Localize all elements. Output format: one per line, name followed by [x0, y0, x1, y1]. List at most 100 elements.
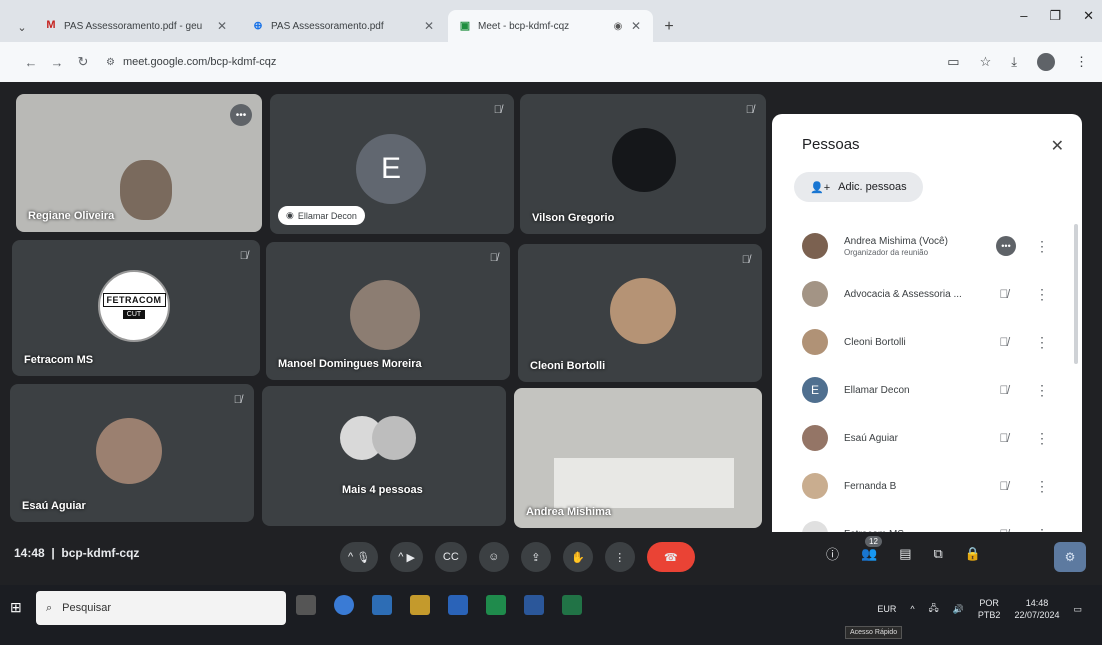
captions-button[interactable]: CC [434, 542, 467, 572]
host-controls-icon[interactable]: 🔒 [965, 546, 981, 562]
url-field[interactable]: ⚙ meet.google.com/bcp-kdmf-cqz [106, 56, 276, 68]
chat-icon[interactable]: ▤ [899, 546, 911, 562]
info-icon[interactable]: ⓘ [826, 544, 839, 563]
tile-fetracom[interactable]: 🎙̸ FETRACOM CUT Fetracom MS [12, 240, 260, 376]
mic-icon: 🎙 [356, 551, 371, 564]
camera-button[interactable]: ^ ▶ [390, 542, 423, 572]
tile-name: Cleoni Bortolli [530, 360, 606, 372]
minimize-icon[interactable]: – [1020, 8, 1027, 24]
volume-icon[interactable]: 🔊 [953, 604, 964, 615]
download-icon[interactable]: ⤓ [1011, 54, 1017, 70]
tile-more-people[interactable]: Mais 4 pessoas [262, 386, 506, 526]
end-call-button[interactable]: ☎ [646, 542, 695, 572]
system-tray: EUR ^ 🖧 🔊 POR PTB2 14:48 22/07/2024 ▭ [877, 597, 1082, 621]
maximize-icon[interactable]: ❐ [1049, 8, 1061, 24]
mic-off-icon[interactable]: 🎙̸ [992, 431, 1016, 445]
tab-search-icon[interactable]: ⌄ [10, 12, 34, 42]
mic-off-icon: 🎙̸ [493, 104, 502, 116]
mail-icon[interactable] [448, 595, 468, 615]
chevron-up-icon[interactable]: ^ [910, 604, 914, 614]
tile-esau[interactable]: 🎙̸ Esaú Aguiar [10, 384, 254, 522]
reload-icon[interactable]: ↻ [70, 54, 96, 70]
windows-start-icon[interactable]: ⊞ [10, 599, 22, 616]
tab-pdf-1[interactable]: M PAS Assessoramento.pdf - geu ✕ [34, 10, 239, 42]
mic-off-icon: 🎙̸ [233, 394, 242, 406]
mic-off-icon[interactable]: 🎙̸ [992, 479, 1016, 493]
captions-icon: CC [442, 551, 459, 563]
network-icon[interactable]: 🖧 [929, 601, 939, 617]
notifications-icon[interactable]: ▭ [1073, 604, 1082, 615]
edge-icon[interactable] [334, 595, 354, 615]
chrome-icon[interactable] [486, 595, 506, 615]
more-options-icon[interactable]: ••• [230, 104, 252, 126]
speaking-indicator-icon: ••• [996, 236, 1016, 256]
bookmark-star-icon[interactable]: ☆ [980, 54, 992, 70]
tile-andrea-video[interactable]: Andrea Mishima [514, 388, 762, 528]
person-info: Cleoni Bortolli [844, 337, 992, 348]
meet-icon: ▣ [459, 20, 471, 32]
taskbar-clock[interactable]: 14:48 22/07/2024 [1014, 597, 1059, 621]
avatar [802, 425, 828, 451]
mic-off-icon[interactable]: 🎙̸ [992, 383, 1016, 397]
cast-icon[interactable]: ▭ [947, 54, 959, 70]
profile-photo [372, 416, 416, 460]
activities-icon[interactable]: ⧉ [934, 546, 943, 562]
search-box[interactable]: ⌕ Pesquisar [36, 591, 286, 625]
speaking-label: ◉ Ellamar Decon [278, 206, 365, 225]
tile-regiane[interactable]: ••• Regiane Oliveira [16, 94, 262, 232]
list-item[interactable]: Andrea Mishima (Você) Organizador da reu… [772, 222, 1072, 270]
tile-cleoni[interactable]: 🎙̸ Cleoni Bortolli [518, 244, 762, 382]
list-item[interactable]: Esaú Aguiar 🎙̸ ⋮ [772, 414, 1072, 462]
menu-kebab-icon[interactable]: ⋮ [1075, 54, 1088, 70]
profile-photo [610, 278, 676, 344]
tooltip: Acesso Rápido [845, 626, 903, 639]
close-window-icon[interactable]: ✕ [1083, 8, 1094, 24]
list-item[interactable]: Advocacia & Assessoria ... 🎙̸ ⋮ [772, 270, 1072, 318]
scrollbar[interactable] [1074, 224, 1078, 364]
self-view-button[interactable]: ⚙ [1054, 542, 1086, 572]
more-options-button[interactable]: ⋮ [604, 542, 635, 572]
close-tab-icon[interactable]: ✕ [422, 19, 436, 33]
mic-off-icon[interactable]: 🎙̸ [992, 287, 1016, 301]
more-options-icon[interactable]: ⋮ [1030, 286, 1054, 303]
search-placeholder: Pesquisar [62, 602, 112, 614]
emoji-button[interactable]: ☺ [478, 542, 509, 572]
mic-off-icon[interactable]: 🎙̸ [992, 335, 1016, 349]
folder-icon[interactable] [410, 595, 430, 615]
list-item[interactable]: Cleoni Bortolli 🎙̸ ⋮ [772, 318, 1072, 366]
present-button[interactable]: ⇪ [520, 542, 551, 572]
tile-ellamar[interactable]: 🎙̸ E ◉ Ellamar Decon [270, 94, 514, 234]
tab-pdf-2[interactable]: ⊕ PAS Assessoramento.pdf ✕ [241, 10, 446, 42]
new-tab-icon[interactable]: + [655, 12, 683, 42]
excel-icon[interactable] [562, 595, 582, 615]
list-item[interactable]: Fernanda B 🎙̸ ⋮ [772, 462, 1072, 510]
more-options-icon[interactable]: ⋮ [1030, 238, 1054, 255]
more-options-icon[interactable]: ⋮ [1030, 334, 1054, 351]
tab-meet[interactable]: ▣ Meet - bcp-kdmf-cqz ◉ ✕ [448, 10, 653, 42]
taskbar-apps [296, 595, 582, 615]
meet-controls-bar: 14:48 | bcp-kdmf-cqz ^ 🎙 ^ ▶ CC ☺ ⇪ ✋ ⋮ … [0, 532, 1102, 580]
close-tab-icon[interactable]: ✕ [629, 19, 643, 33]
task-view-icon[interactable] [296, 595, 316, 615]
forward-icon[interactable]: → [44, 55, 70, 70]
person-name: Advocacia & Assessoria ... [844, 288, 962, 300]
store-icon[interactable] [372, 595, 392, 615]
back-icon[interactable]: ← [18, 55, 44, 70]
tile-vilson[interactable]: 🎙̸ Vilson Gregorio [520, 94, 766, 234]
more-options-icon[interactable]: ⋮ [1030, 430, 1054, 447]
raise-hand-button[interactable]: ✋ [562, 542, 593, 572]
language-indicator[interactable]: POR PTB2 [978, 597, 1001, 621]
list-item[interactable]: E Ellamar Decon 🎙̸ ⋮ [772, 366, 1072, 414]
close-icon[interactable]: ✕ [1051, 136, 1064, 156]
people-button[interactable]: 👥 12 [861, 535, 882, 562]
more-options-icon[interactable]: ⋮ [1030, 478, 1054, 495]
close-tab-icon[interactable]: ✕ [215, 19, 229, 33]
add-people-button[interactable]: 👤+ Adic. pessoas [794, 172, 923, 202]
tile-manoel[interactable]: 🎙̸ Manoel Domingues Moreira [266, 242, 510, 380]
more-options-icon[interactable]: ⋮ [1030, 382, 1054, 399]
word-icon[interactable] [524, 595, 544, 615]
hang-up-icon: ☎ [663, 551, 678, 564]
mic-button[interactable]: ^ 🎙 [340, 542, 379, 572]
profile-avatar[interactable] [1037, 53, 1055, 71]
site-info-icon[interactable]: ⚙ [106, 57, 115, 68]
